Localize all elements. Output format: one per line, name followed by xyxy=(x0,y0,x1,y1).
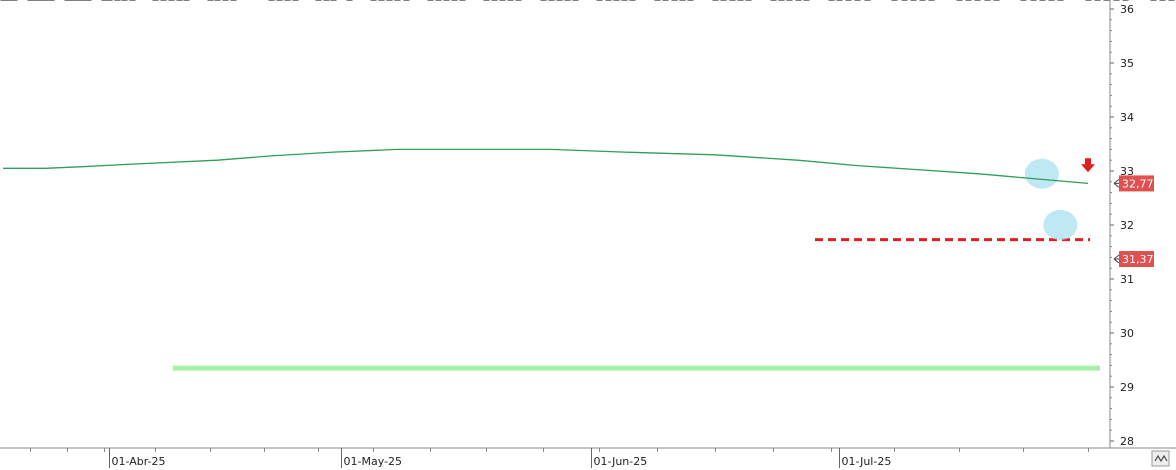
y-tick-label: 36 xyxy=(1120,3,1134,16)
y-tick-label: 29 xyxy=(1120,381,1134,394)
highlight-circle-2 xyxy=(1043,210,1078,240)
last-price-tag-label: 31,37 xyxy=(1122,253,1154,266)
y-tick-label: 30 xyxy=(1120,327,1134,340)
x-tick-label: 01-May-25 xyxy=(344,455,402,468)
highlight-circle-1 xyxy=(1024,158,1059,189)
ma-price-tag-label: 32,77 xyxy=(1122,177,1154,190)
x-tick-label: 01-Abr-25 xyxy=(112,455,166,468)
plot-background xyxy=(0,0,1110,448)
x-axis-ticks: 01-Abr-25 01-May-25 01-Jun-25 01-Jul-25 xyxy=(30,448,1089,468)
chart-options-button[interactable] xyxy=(1151,450,1170,467)
y-tick-label: 34 xyxy=(1120,111,1134,124)
y-tick-label: 31 xyxy=(1120,273,1134,286)
y-tick-label: 28 xyxy=(1120,435,1134,448)
price-chart: 363534333231302928 01-Abr-25 01-May-25 01-… xyxy=(0,0,1176,468)
x-tick-label: 01-Jun-25 xyxy=(594,455,648,468)
y-tick-label: 35 xyxy=(1120,57,1134,70)
y-tick-label: 32 xyxy=(1120,219,1134,232)
x-tick-label: 01-Jul-25 xyxy=(842,455,892,468)
y-axis-ticks: 363534333231302928 xyxy=(1110,3,1134,448)
